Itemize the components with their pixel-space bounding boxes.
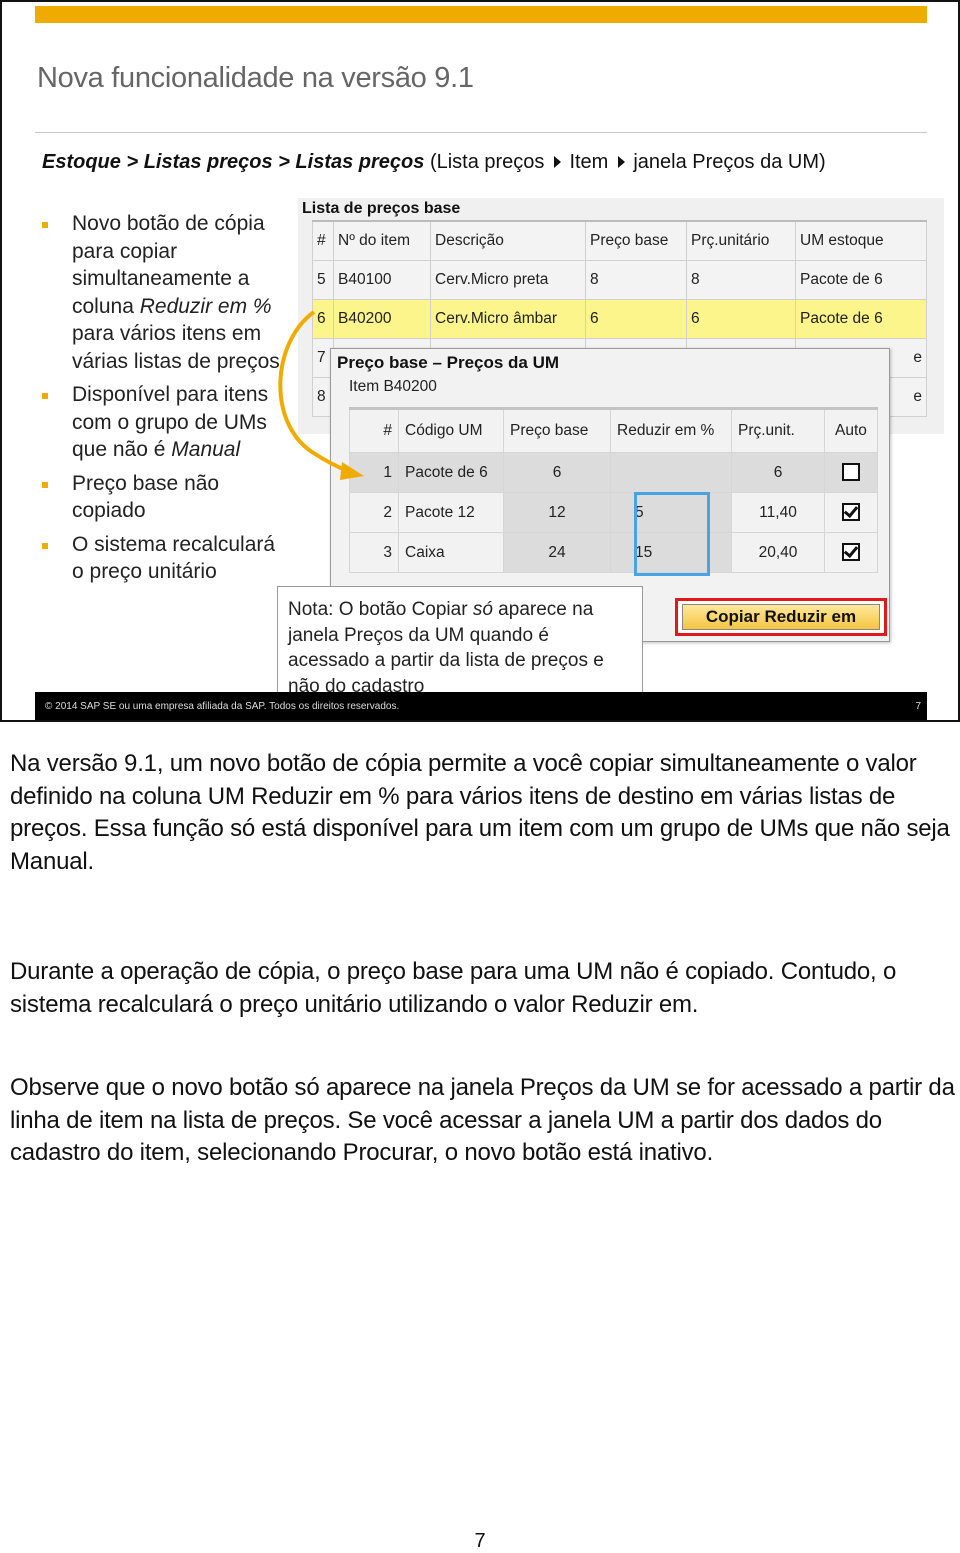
copy-button-highlight: Copiar Reduzir em bbox=[675, 598, 887, 636]
triangle-right-icon bbox=[554, 156, 562, 169]
column-header[interactable]: Preço base bbox=[585, 220, 687, 261]
table-header-row: # Código UM Preço base Reduzir em % Prç.… bbox=[349, 407, 878, 453]
table-header-row: # Nº do item Descrição Preço base Prç.un… bbox=[312, 220, 927, 261]
auto-checkbox-checked[interactable] bbox=[842, 503, 860, 522]
column-header[interactable]: UM estoque bbox=[795, 220, 927, 261]
bullet-square-icon bbox=[42, 481, 48, 488]
column-header[interactable]: Descrição bbox=[430, 220, 586, 261]
um-prices-table: # Código UM Preço base Reduzir em % Prç.… bbox=[349, 407, 878, 573]
column-header[interactable]: Preço base bbox=[503, 407, 611, 453]
table-row[interactable]: 5 B40100 Cerv.Micro preta 8 8 Pacote de … bbox=[312, 260, 927, 300]
auto-checkbox-checked[interactable] bbox=[842, 543, 860, 562]
note-callout: Nota: O botão Copiar só aparece na janel… bbox=[277, 586, 643, 704]
column-header[interactable]: # bbox=[349, 407, 399, 453]
window-title: Preço base – Preços da UM bbox=[337, 353, 560, 372]
body-paragraph: Na versão 9.1, um novo botão de cópia pe… bbox=[10, 750, 950, 875]
copyright-text: © 2014 SAP SE ou uma empresa afiliada da… bbox=[45, 701, 400, 712]
title-divider bbox=[35, 132, 927, 133]
auto-checkbox[interactable] bbox=[842, 463, 860, 482]
bullet-item: Preço base não copiado bbox=[42, 470, 282, 525]
column-header[interactable]: Código UM bbox=[398, 407, 504, 453]
breadcrumb-step-1: (Lista preços bbox=[429, 151, 545, 173]
column-header[interactable]: Nº do item bbox=[333, 220, 431, 261]
table-row-selected[interactable]: 6 B40200 Cerv.Micro âmbar 6 6 Pacote de … bbox=[312, 299, 927, 339]
table-row[interactable]: 3 Caixa 24 15 20,40 bbox=[349, 532, 878, 573]
table-row[interactable]: 2 Pacote 12 12 5 11,40 bbox=[349, 492, 878, 533]
bullet-square-icon bbox=[42, 542, 48, 549]
accent-bar bbox=[35, 6, 927, 23]
copy-reduce-button[interactable]: Copiar Reduzir em bbox=[682, 604, 880, 630]
bullet-item: O sistema recalculará o preço unitário bbox=[42, 531, 282, 586]
breadcrumb: Estoque > Listas preços > Listas preços … bbox=[42, 151, 826, 174]
breadcrumb-step-2: Item bbox=[569, 151, 609, 173]
slide-title: Nova funcionalidade na versão 9.1 bbox=[37, 62, 474, 94]
breadcrumb-path: Estoque > Listas preços > Listas preços bbox=[42, 151, 425, 173]
column-header[interactable]: Auto bbox=[824, 407, 878, 453]
bullet-item: Novo botão de cópia para copiar simultan… bbox=[42, 210, 282, 375]
bullet-square-icon bbox=[42, 222, 48, 228]
column-header[interactable]: Reduzir em % bbox=[610, 407, 732, 453]
slide-footer: © 2014 SAP SE ou uma empresa afiliada da… bbox=[35, 692, 927, 720]
body-paragraph: Observe que o novo botão só aparece na j… bbox=[10, 1074, 955, 1166]
bullet-list: Novo botão de cópia para copiar simultan… bbox=[42, 210, 282, 592]
column-header[interactable]: Prç.unitário bbox=[686, 220, 796, 261]
slide: Nova funcionalidade na versão 9.1 Estoqu… bbox=[0, 0, 960, 722]
window-subtitle: Item B40200 bbox=[349, 378, 437, 395]
bullet-item: Disponível para itens com o grupo de UMs… bbox=[42, 381, 282, 464]
triangle-right-icon bbox=[618, 156, 626, 169]
column-header[interactable]: # bbox=[312, 220, 334, 261]
table-row[interactable]: 1 Pacote de 6 6 6 bbox=[349, 452, 878, 493]
bullet-square-icon bbox=[42, 393, 48, 399]
price-list-title: Lista de preços base bbox=[302, 200, 461, 217]
breadcrumb-step-3: janela Preços da UM) bbox=[633, 151, 826, 173]
body-paragraph: Durante a operação de cópia, o preço bas… bbox=[10, 958, 897, 1018]
column-header[interactable]: Prç.unit. bbox=[731, 407, 825, 453]
slide-page-number: 7 bbox=[915, 701, 921, 712]
page-number: 7 bbox=[474, 1530, 486, 1552]
